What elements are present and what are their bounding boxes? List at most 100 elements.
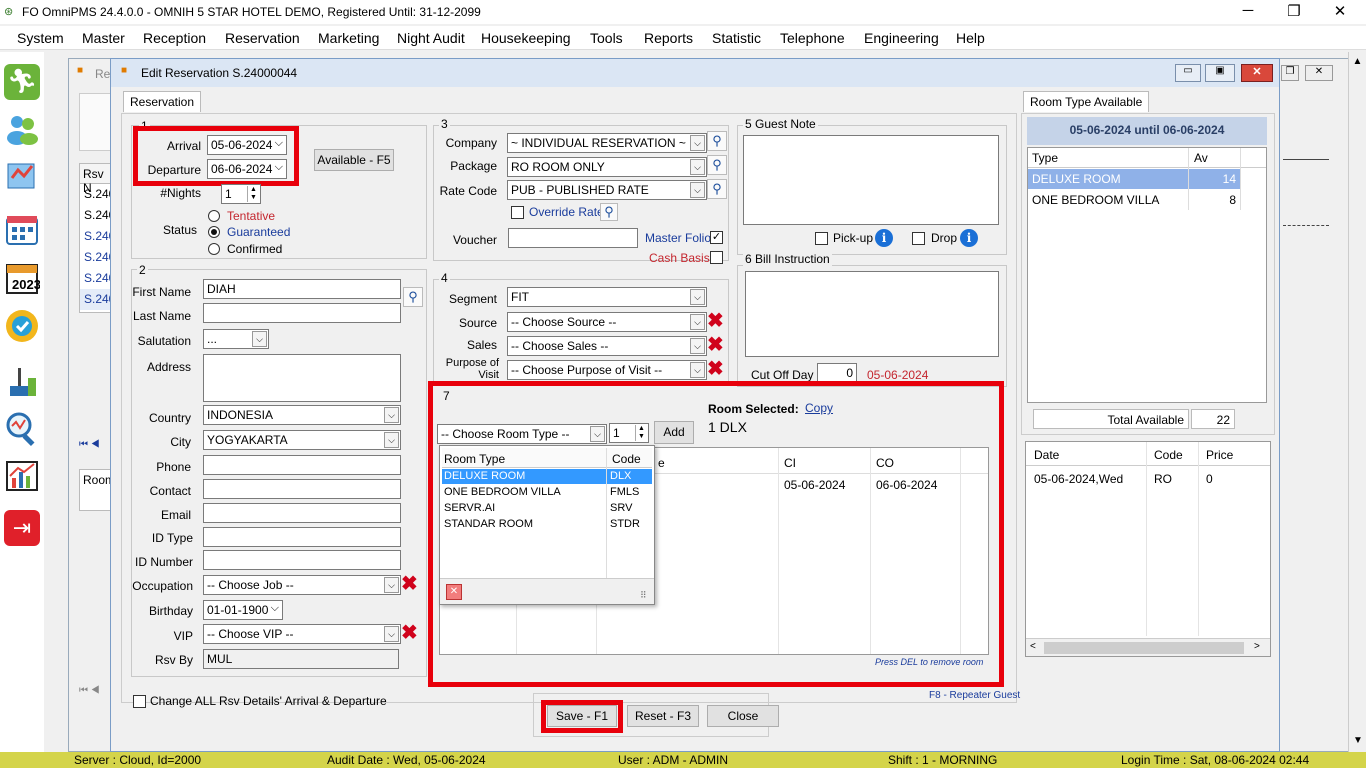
room-grid-icon[interactable] [4,212,40,248]
price-grid[interactable]: Date Code Price 05-06-2024,Wed RO 0 < > [1025,441,1271,657]
id-number-field[interactable] [203,550,401,570]
info-icon[interactable]: i [875,229,893,247]
room-type-dropdown[interactable]: Room Type Code DELUXE ROOM DLX ONE BEDRO… [439,445,655,605]
package-select[interactable]: RO ROOM ONLY ⌵ [507,157,707,177]
floor-plan-icon[interactable] [4,158,40,194]
mdi-scrollbar[interactable]: ▲ ▼ [1348,52,1366,752]
menu-engineering[interactable]: Engineering [864,30,939,46]
clear-purpose-icon[interactable]: ✖ [707,356,724,381]
search-icon[interactable]: ⚲ [707,155,727,175]
search-icon[interactable]: ⚲ [707,131,727,151]
close-button[interactable]: Close [707,705,779,727]
menu-reports[interactable]: Reports [644,30,693,46]
tab-reservation[interactable]: Reservation [123,91,202,112]
minimize-button[interactable]: ─ [1228,2,1268,19]
bg-close-button[interactable]: ✕ [1305,65,1333,81]
clear-sales-icon[interactable]: ✖ [707,332,724,357]
menu-master[interactable]: Master [82,30,125,46]
guests-icon[interactable] [4,110,40,146]
menu-marketing[interactable]: Marketing [318,30,379,46]
purpose-select[interactable]: -- Choose Purpose of Visit -- ⌵ [507,360,707,380]
search-icon[interactable]: ⚲ [403,287,423,307]
room-type-select[interactable]: -- Choose Room Type -- ⌵ [437,424,607,444]
bill-instruction-field[interactable] [745,271,999,357]
scroll-right-icon[interactable]: > [1254,641,1260,652]
bg-list-row[interactable]: S.240 [80,226,115,247]
price-grid-scrollbar[interactable]: < > [1026,638,1270,656]
menu-help[interactable]: Help [956,30,985,46]
menu-system[interactable]: System [17,30,64,46]
change-all-checkbox[interactable] [133,695,146,708]
menu-tools[interactable]: Tools [590,30,623,46]
bg-list-row[interactable]: S.240 [80,205,115,226]
dropdown-row[interactable]: SERVR.AI SRV [442,501,652,516]
close-window-button[interactable]: ✕ [1320,2,1360,20]
clear-source-icon[interactable]: ✖ [707,308,724,333]
vip-select[interactable]: -- Choose VIP -- ⌵ [203,624,401,644]
status-confirmed-radio[interactable] [208,243,220,255]
arrival-date-picker[interactable]: 05-06-2024 ⌵ [207,135,287,155]
dialog-maximize-button[interactable]: ▣ [1205,64,1235,82]
voucher-field[interactable] [508,228,638,248]
available-button[interactable]: Available - F5 [314,149,394,171]
company-select[interactable]: ~ INDIVIDUAL RESERVATION ~ ⌵ [507,133,707,153]
source-select[interactable]: -- Choose Source -- ⌵ [507,312,707,332]
search-icon[interactable]: ⚲ [600,203,618,221]
add-room-button[interactable]: Add [654,421,694,444]
master-folio-checkbox[interactable]: ✓ [710,231,723,244]
magnifier-chart-icon[interactable] [4,410,40,447]
menu-housekeeping[interactable]: Housekeeping [481,30,571,46]
save-button[interactable]: Save - F1 [547,705,617,727]
dialog-close-button[interactable]: ✕ [1241,64,1273,82]
availability-icon[interactable] [4,308,40,344]
room-availability-grid[interactable]: Type Av DELUXE ROOM 14 ONE BEDROOM VILLA… [1027,147,1267,403]
logout-icon[interactable]: ⇥ [4,510,40,546]
pickup-checkbox[interactable] [815,232,828,245]
menu-night-audit[interactable]: Night Audit [397,30,465,46]
menu-statistic[interactable]: Statistic [712,30,761,46]
birthday-date-picker[interactable]: 01-01-1900 ⌵ [203,600,283,620]
country-select[interactable]: INDONESIA ⌵ [203,405,401,425]
clear-occupation-icon[interactable]: ✖ [401,571,418,596]
search-icon[interactable]: ⚲ [707,179,727,199]
status-tentative-radio[interactable] [208,210,220,222]
bg-nav-first-icon[interactable]: ⏮ ◀ [79,439,111,455]
statistics-icon[interactable] [4,458,40,494]
bg-list-row[interactable]: S.240 [80,184,115,205]
calendar-icon[interactable]: 2023 [4,260,41,296]
scroll-thumb[interactable] [1044,642,1244,654]
override-rate-checkbox[interactable] [511,206,524,219]
room-qty-stepper[interactable]: 1 ▲ ▼ [609,423,649,443]
scroll-left-icon[interactable]: < [1030,641,1036,652]
dropdown-row-selected[interactable]: DELUXE ROOM DLX [442,469,652,484]
city-select[interactable]: YOGYAKARTA ⌵ [203,430,401,450]
segment-select[interactable]: FIT ⌵ [507,287,707,307]
menu-reception[interactable]: Reception [143,30,206,46]
menu-reservation[interactable]: Reservation [225,30,300,46]
email-field[interactable] [203,503,401,523]
restore-button[interactable]: ❐ [1274,2,1314,20]
id-type-field[interactable] [203,527,401,547]
bg-restore-button[interactable]: ❐ [1281,65,1299,81]
resize-grip-icon[interactable]: ⠿ [640,590,647,601]
address-field[interactable] [203,354,401,402]
menu-telephone[interactable]: Telephone [780,30,845,46]
phone-field[interactable] [203,455,401,475]
departure-date-picker[interactable]: 06-06-2024 ⌵ [207,159,287,179]
bg-reservation-list[interactable]: Rsv N S.240 S.240 S.240 S.240 S.240 S.24… [79,163,115,313]
guest-note-field[interactable] [743,135,999,225]
last-name-field[interactable] [203,303,401,323]
contact-field[interactable] [203,479,401,499]
walk-in-icon[interactable]: 🏃︎ [4,64,40,100]
copy-link[interactable]: Copy [805,401,833,415]
avail-row[interactable]: ONE BEDROOM VILLA 8 [1028,190,1240,210]
housekeeping-icon[interactable] [4,364,40,400]
cash-basis-checkbox[interactable] [710,251,723,264]
bg-list-row[interactable]: S.240 [80,268,115,289]
bg-list-row[interactable]: S.240 [80,247,115,268]
bg-list-row[interactable]: S.240 [80,289,115,310]
dropdown-row[interactable]: ONE BEDROOM VILLA FMLS [442,485,652,500]
salutation-select[interactable]: ... ⌵ [203,329,269,349]
cutoff-field[interactable]: 0 [817,363,857,383]
dropdown-close-icon[interactable]: ✕ [446,584,462,600]
